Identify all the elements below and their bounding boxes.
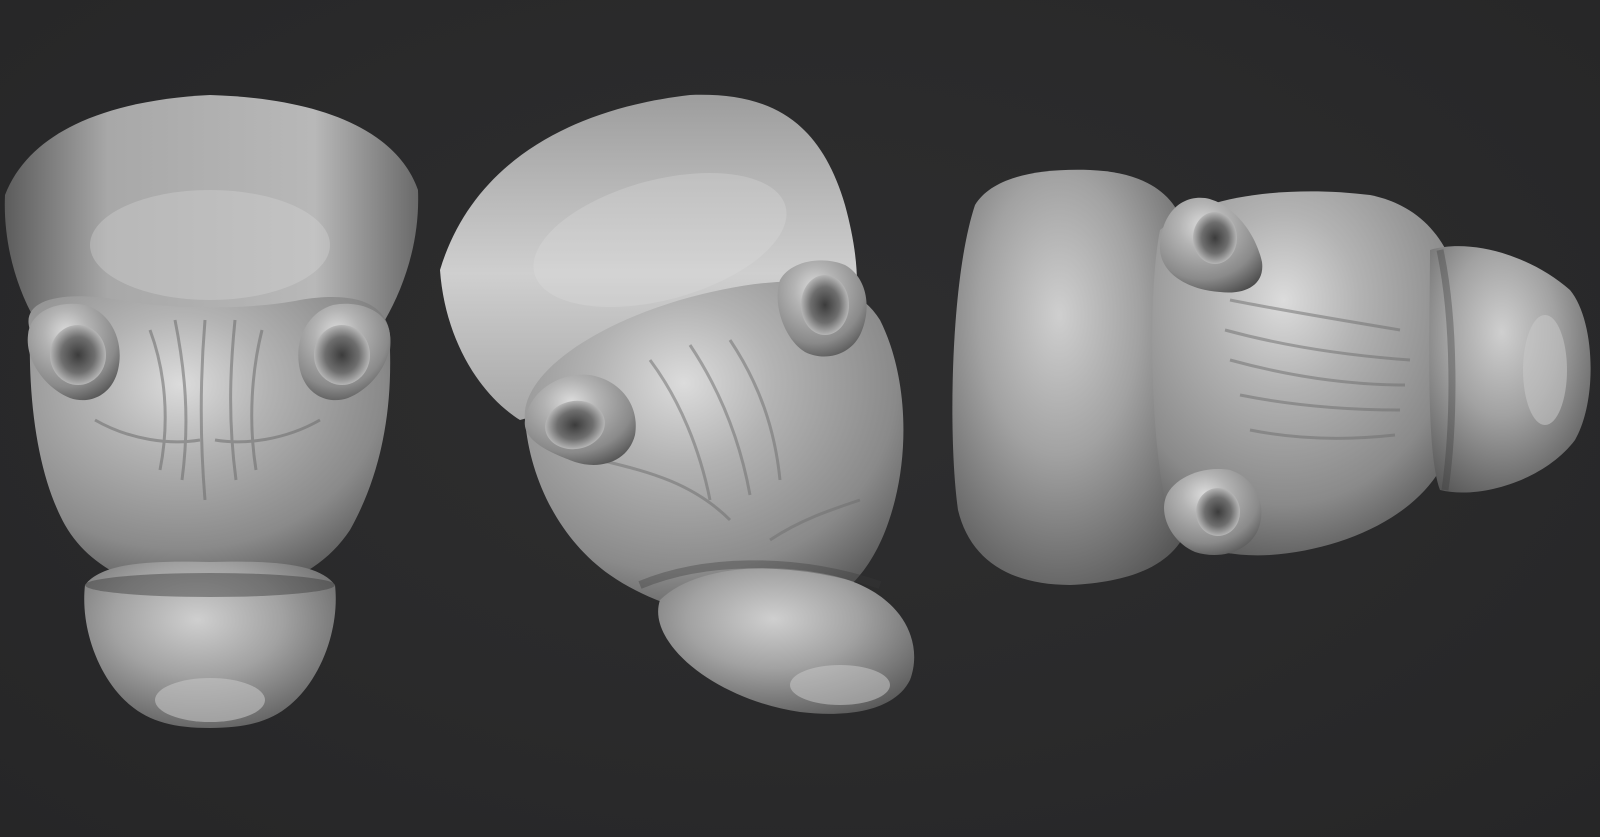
sculpt-viewport[interactable] <box>0 0 1600 837</box>
jaw-crease <box>85 573 335 597</box>
neck-highlight <box>90 190 330 300</box>
hippo-head-three-quarter-view[interactable] <box>440 94 915 714</box>
hippo-head-front-view[interactable] <box>4 95 419 728</box>
hippo-head-top-view[interactable] <box>952 169 1591 585</box>
nose-tip <box>155 678 265 722</box>
nose-tip <box>1523 315 1567 425</box>
nose-tip <box>790 665 890 705</box>
